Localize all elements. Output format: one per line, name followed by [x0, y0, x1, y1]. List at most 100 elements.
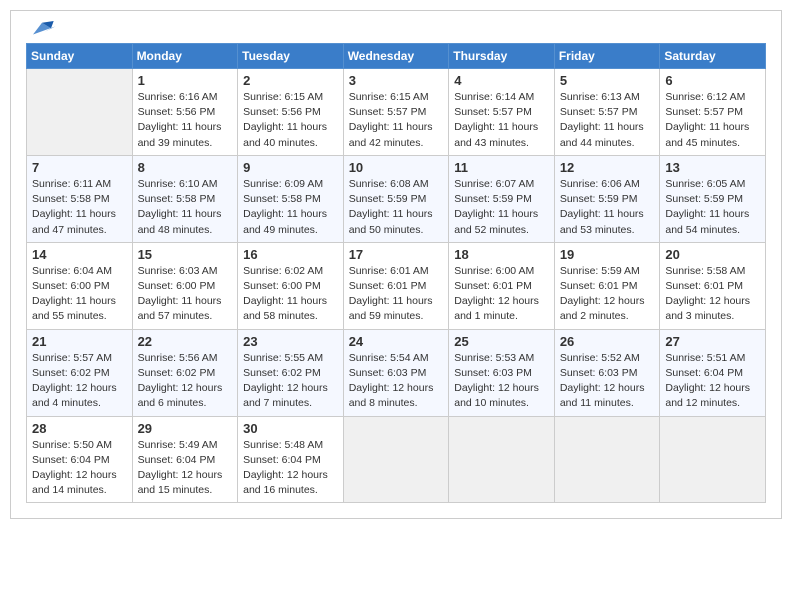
day-cell: 7Sunrise: 6:11 AMSunset: 5:58 PMDaylight…	[27, 155, 133, 242]
day-cell: 1Sunrise: 6:16 AMSunset: 5:56 PMDaylight…	[132, 69, 238, 156]
day-info: Sunrise: 5:49 AMSunset: 6:04 PMDaylight:…	[138, 438, 233, 499]
day-info: Sunrise: 6:01 AMSunset: 6:01 PMDaylight:…	[349, 264, 444, 325]
day-number: 20	[665, 247, 760, 262]
col-header-monday: Monday	[132, 44, 238, 69]
day-info: Sunrise: 5:48 AMSunset: 6:04 PMDaylight:…	[243, 438, 338, 499]
day-number: 8	[138, 160, 233, 175]
day-info: Sunrise: 5:54 AMSunset: 6:03 PMDaylight:…	[349, 351, 444, 412]
day-number: 15	[138, 247, 233, 262]
day-info: Sunrise: 6:15 AMSunset: 5:57 PMDaylight:…	[349, 90, 444, 151]
day-cell: 14Sunrise: 6:04 AMSunset: 6:00 PMDayligh…	[27, 242, 133, 329]
day-info: Sunrise: 5:57 AMSunset: 6:02 PMDaylight:…	[32, 351, 127, 412]
day-number: 12	[560, 160, 655, 175]
day-info: Sunrise: 5:53 AMSunset: 6:03 PMDaylight:…	[454, 351, 549, 412]
day-number: 28	[32, 421, 127, 436]
day-cell: 26 Sunrise: 5:52 AMSunset: 6:03 PMDayligh…	[554, 329, 660, 416]
day-number: 2	[243, 73, 338, 88]
day-cell: 30 Sunrise: 5:48 AMSunset: 6:04 PMDayligh…	[238, 416, 344, 503]
day-cell: 9 Sunrise: 6:09 AMSunset: 5:58 PMDaylight…	[238, 155, 344, 242]
day-cell: 27 Sunrise: 5:51 AMSunset: 6:04 PMDayligh…	[660, 329, 766, 416]
day-cell: 11Sunrise: 6:07 AMSunset: 5:59 PMDayligh…	[449, 155, 555, 242]
day-info: Sunrise: 6:11 AMSunset: 5:58 PMDaylight:…	[32, 177, 127, 238]
day-number: 11	[454, 160, 549, 175]
logo-bird-icon	[28, 21, 56, 39]
day-cell: 13Sunrise: 6:05 AMSunset: 5:59 PMDayligh…	[660, 155, 766, 242]
day-info: Sunrise: 6:02 AMSunset: 6:00 PMDaylight:…	[243, 264, 338, 325]
day-cell	[343, 416, 449, 503]
header	[26, 21, 766, 35]
day-cell: 3 Sunrise: 6:15 AMSunset: 5:57 PMDaylight…	[343, 69, 449, 156]
week-row-5: 28Sunrise: 5:50 AMSunset: 6:04 PMDayligh…	[27, 416, 766, 503]
calendar-container: SundayMondayTuesdayWednesdayThursdayFrid…	[10, 10, 782, 519]
day-cell: 29Sunrise: 5:49 AMSunset: 6:04 PMDayligh…	[132, 416, 238, 503]
day-cell	[660, 416, 766, 503]
day-cell: 8 Sunrise: 6:10 AMSunset: 5:58 PMDaylight…	[132, 155, 238, 242]
col-header-wednesday: Wednesday	[343, 44, 449, 69]
day-cell	[554, 416, 660, 503]
day-number: 18	[454, 247, 549, 262]
day-number: 5	[560, 73, 655, 88]
week-row-1: 1Sunrise: 6:16 AMSunset: 5:56 PMDaylight…	[27, 69, 766, 156]
day-info: Sunrise: 5:52 AMSunset: 6:03 PMDaylight:…	[560, 351, 655, 412]
day-cell: 16 Sunrise: 6:02 AMSunset: 6:00 PMDayligh…	[238, 242, 344, 329]
day-number: 25	[454, 334, 549, 349]
col-header-thursday: Thursday	[449, 44, 555, 69]
day-number: 14	[32, 247, 127, 262]
col-header-saturday: Saturday	[660, 44, 766, 69]
col-header-sunday: Sunday	[27, 44, 133, 69]
week-row-4: 21 Sunrise: 5:57 AMSunset: 6:02 PMDayligh…	[27, 329, 766, 416]
day-cell: 25 Sunrise: 5:53 AMSunset: 6:03 PMDayligh…	[449, 329, 555, 416]
day-cell: 22 Sunrise: 5:56 AMSunset: 6:02 PMDayligh…	[132, 329, 238, 416]
day-cell: 5 Sunrise: 6:13 AMSunset: 5:57 PMDaylight…	[554, 69, 660, 156]
day-info: Sunrise: 5:51 AMSunset: 6:04 PMDaylight:…	[665, 351, 760, 412]
col-header-tuesday: Tuesday	[238, 44, 344, 69]
day-cell: 21 Sunrise: 5:57 AMSunset: 6:02 PMDayligh…	[27, 329, 133, 416]
day-cell	[27, 69, 133, 156]
day-info: Sunrise: 6:14 AMSunset: 5:57 PMDaylight:…	[454, 90, 549, 151]
day-number: 17	[349, 247, 444, 262]
day-info: Sunrise: 6:08 AMSunset: 5:59 PMDaylight:…	[349, 177, 444, 238]
day-cell: 24 Sunrise: 5:54 AMSunset: 6:03 PMDayligh…	[343, 329, 449, 416]
week-row-3: 14Sunrise: 6:04 AMSunset: 6:00 PMDayligh…	[27, 242, 766, 329]
day-number: 10	[349, 160, 444, 175]
day-number: 26	[560, 334, 655, 349]
calendar-table: SundayMondayTuesdayWednesdayThursdayFrid…	[26, 43, 766, 503]
day-info: Sunrise: 5:59 AMSunset: 6:01 PMDaylight:…	[560, 264, 655, 325]
col-header-friday: Friday	[554, 44, 660, 69]
day-cell: 17 Sunrise: 6:01 AMSunset: 6:01 PMDayligh…	[343, 242, 449, 329]
day-info: Sunrise: 6:06 AMSunset: 5:59 PMDaylight:…	[560, 177, 655, 238]
day-info: Sunrise: 6:10 AMSunset: 5:58 PMDaylight:…	[138, 177, 233, 238]
day-info: Sunrise: 6:09 AMSunset: 5:58 PMDaylight:…	[243, 177, 338, 238]
day-number: 16	[243, 247, 338, 262]
day-number: 24	[349, 334, 444, 349]
day-cell: 18 Sunrise: 6:00 AMSunset: 6:01 PMDayligh…	[449, 242, 555, 329]
day-number: 9	[243, 160, 338, 175]
day-number: 1	[138, 73, 233, 88]
day-info: Sunrise: 6:13 AMSunset: 5:57 PMDaylight:…	[560, 90, 655, 151]
day-number: 3	[349, 73, 444, 88]
day-cell: 10 Sunrise: 6:08 AMSunset: 5:59 PMDayligh…	[343, 155, 449, 242]
logo	[26, 21, 56, 35]
day-info: Sunrise: 5:56 AMSunset: 6:02 PMDaylight:…	[138, 351, 233, 412]
day-number: 21	[32, 334, 127, 349]
day-cell: 23Sunrise: 5:55 AMSunset: 6:02 PMDayligh…	[238, 329, 344, 416]
day-number: 22	[138, 334, 233, 349]
header-row: SundayMondayTuesdayWednesdayThursdayFrid…	[27, 44, 766, 69]
week-row-2: 7Sunrise: 6:11 AMSunset: 5:58 PMDaylight…	[27, 155, 766, 242]
day-info: Sunrise: 6:05 AMSunset: 5:59 PMDaylight:…	[665, 177, 760, 238]
day-info: Sunrise: 6:15 AMSunset: 5:56 PMDaylight:…	[243, 90, 338, 151]
day-info: Sunrise: 6:03 AMSunset: 6:00 PMDaylight:…	[138, 264, 233, 325]
day-info: Sunrise: 6:00 AMSunset: 6:01 PMDaylight:…	[454, 264, 549, 325]
day-number: 27	[665, 334, 760, 349]
day-cell: 15 Sunrise: 6:03 AMSunset: 6:00 PMDayligh…	[132, 242, 238, 329]
day-cell: 19 Sunrise: 5:59 AMSunset: 6:01 PMDayligh…	[554, 242, 660, 329]
day-cell: 28Sunrise: 5:50 AMSunset: 6:04 PMDayligh…	[27, 416, 133, 503]
day-number: 23	[243, 334, 338, 349]
day-number: 30	[243, 421, 338, 436]
day-number: 4	[454, 73, 549, 88]
day-number: 19	[560, 247, 655, 262]
day-cell: 6Sunrise: 6:12 AMSunset: 5:57 PMDaylight…	[660, 69, 766, 156]
day-info: Sunrise: 5:58 AMSunset: 6:01 PMDaylight:…	[665, 264, 760, 325]
day-cell: 12 Sunrise: 6:06 AMSunset: 5:59 PMDayligh…	[554, 155, 660, 242]
day-cell: 20 Sunrise: 5:58 AMSunset: 6:01 PMDayligh…	[660, 242, 766, 329]
